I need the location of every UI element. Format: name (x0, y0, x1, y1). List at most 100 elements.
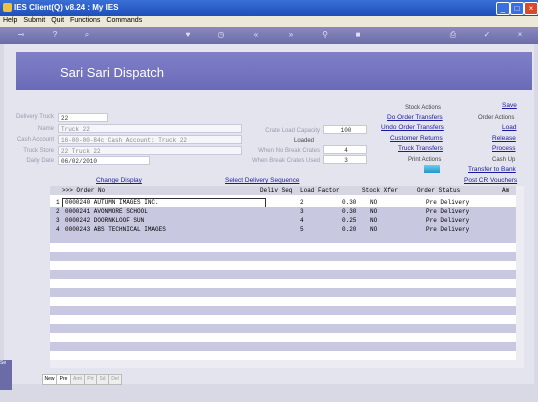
table-row[interactable]: 3 0000242 DOORNKLOOF SUN 4 0.25 NO Pre D… (50, 216, 516, 225)
col-am[interactable]: Am (502, 187, 509, 194)
break-used-label: When Break Crates Used (251, 158, 320, 164)
minimize-button[interactable]: _ (496, 2, 510, 15)
process-link[interactable]: Process (492, 145, 515, 152)
menu-bar: Help Submit Quit Functions Commands (0, 16, 538, 27)
customer-returns-link[interactable]: Customer Returns (390, 135, 443, 142)
tab-del[interactable]: Del (108, 374, 122, 385)
row-stripe (50, 324, 516, 333)
order-actions-label: Order Actions (478, 115, 515, 121)
orders-table: >>> Order No Deliv Seq Load Factor Stock… (50, 186, 524, 368)
toolbar: ⊸ ? ⌕ ♥ ◷ « » ⚲ ■ ⎙ ✓ × (0, 27, 538, 44)
rewind-icon[interactable]: « (251, 30, 261, 40)
save-link[interactable]: Save (502, 102, 517, 109)
horizontal-scrollbar[interactable] (50, 360, 516, 368)
page-title: Sari Sari Dispatch (60, 65, 165, 80)
table-row[interactable]: 4 0000243 ABS TECHNICAL IMAGES 5 0.20 NO… (50, 225, 516, 234)
menu-submit[interactable]: Submit (20, 16, 48, 25)
delivery-truck-field[interactable]: 22 (58, 113, 108, 122)
help-icon[interactable]: ? (50, 30, 60, 40)
xfer-cell: NO (370, 208, 378, 215)
order-cell: 0000240 AUTUMN IMAGES INC. (65, 199, 159, 206)
clock-icon[interactable]: ◷ (216, 30, 226, 40)
cash-account-label: Cash Account (16, 137, 54, 143)
search-icon[interactable]: ⌕ (82, 30, 92, 40)
tab-pre[interactable]: Pre (56, 374, 71, 385)
printer-icon[interactable] (424, 165, 440, 173)
close-icon[interactable]: × (515, 30, 525, 40)
title-bar: IES Client(Q) v8.24 : My IES _ □ × (0, 0, 538, 16)
tab-new[interactable]: New (42, 374, 57, 385)
crate-capacity-field[interactable]: 100 (323, 125, 367, 134)
app-icon (3, 3, 12, 12)
undo-order-transfers-link[interactable]: Undo Order Transfers (381, 124, 444, 131)
truck-transfers-link[interactable]: Truck Transfers (398, 145, 443, 152)
factor-cell: 0.30 (342, 199, 357, 206)
row-stripe (50, 234, 516, 243)
print-icon[interactable]: ⎙ (448, 30, 458, 40)
daily-date-field[interactable]: 06/02/2010 (58, 156, 150, 165)
factor-cell: 0.30 (342, 208, 357, 215)
col-order-no[interactable]: >>> Order No (62, 187, 105, 194)
status-cell: Pre Delivery (426, 199, 470, 206)
name-field[interactable]: Truck 22 (58, 124, 242, 133)
col-stock-xfer[interactable]: Stock Xfer (362, 187, 398, 194)
menu-quit[interactable]: Quit (48, 16, 67, 25)
cash-up-label: Cash Up (492, 157, 516, 163)
xfer-cell: NO (370, 199, 378, 206)
row-stripe (50, 342, 516, 351)
seq-cell: 4 (300, 217, 304, 224)
check-icon[interactable]: ✓ (482, 30, 492, 40)
load-link[interactable]: Load (502, 124, 516, 131)
release-link[interactable]: Release (492, 135, 516, 142)
order-cell: 0000241 AVONMORE SCHOOL (65, 208, 148, 215)
tab-amt[interactable]: Amt (70, 374, 85, 385)
menu-functions[interactable]: Functions (67, 16, 103, 25)
row-stripe (50, 306, 516, 315)
factor-cell: 0.20 (342, 226, 357, 233)
menu-help[interactable]: Help (0, 16, 20, 25)
xfer-cell: NO (370, 226, 378, 233)
row-stripe (50, 288, 516, 297)
app-window: IES Client(Q) v8.24 : My IES _ □ × Help S… (0, 0, 538, 402)
filter-icon[interactable]: ⚲ (320, 30, 330, 40)
order-cell: 0000242 DOORNKLOOF SUN (65, 217, 145, 224)
heart-icon[interactable]: ♥ (183, 30, 193, 40)
xfer-cell: NO (370, 217, 378, 224)
delivery-truck-label: Delivery Truck (15, 114, 54, 120)
stop-icon[interactable]: ■ (353, 30, 363, 40)
post-cr-vouchers-link[interactable]: Post CR Vouchers (464, 177, 517, 184)
do-order-transfers-link[interactable]: Do Order Transfers (387, 114, 443, 121)
crate-capacity-label: Crate Load Capacity (265, 128, 320, 134)
side-tab[interactable]: Se (0, 360, 12, 390)
status-bar (0, 392, 538, 402)
row-number: 2 (56, 208, 60, 215)
factor-cell: 0.25 (342, 217, 357, 224)
transfer-to-bank-link[interactable]: Transfer to Bank (468, 166, 516, 173)
table-row[interactable]: 2 0000241 AVONMORE SCHOOL 3 0.30 NO Pre … (50, 207, 516, 216)
page-banner: Sari Sari Dispatch (16, 52, 532, 90)
col-order-status[interactable]: Order Status (417, 187, 460, 194)
menu-commands[interactable]: Commands (103, 16, 145, 25)
stock-actions-label: Stock Actions (405, 105, 442, 111)
fast-forward-icon[interactable]: » (286, 30, 296, 40)
truck-store-label: Truck Store (23, 148, 54, 154)
vertical-scrollbar[interactable] (516, 186, 524, 368)
maximize-button[interactable]: □ (510, 2, 524, 15)
close-button[interactable]: × (524, 2, 538, 15)
no-break-label: When No Break Crates (258, 148, 320, 154)
truck-store-field[interactable]: 22 Truck 22 (58, 146, 242, 155)
change-display-link[interactable]: Change Display (96, 177, 142, 184)
seq-cell: 2 (300, 199, 304, 206)
seq-cell: 5 (300, 226, 304, 233)
no-break-field[interactable]: 4 (323, 145, 367, 154)
break-used-field[interactable]: 3 (323, 155, 367, 164)
seq-cell: 3 (300, 208, 304, 215)
cash-account-field[interactable]: 16-00-00-84c Cash Account: Truck 22 (58, 135, 242, 144)
key-icon[interactable]: ⊸ (12, 30, 30, 40)
select-delivery-sequence-link[interactable]: Select Delivery Sequence (225, 177, 299, 184)
table-row[interactable]: 1 0000240 AUTUMN IMAGES INC. 2 0.30 NO P… (50, 198, 516, 208)
col-deliv-seq[interactable]: Deliv Seq (260, 187, 292, 194)
order-cell: 0000243 ABS TECHNICAL IMAGES (65, 226, 166, 233)
main-content: Sari Sari Dispatch Delivery Truck 22 Nam… (4, 44, 534, 385)
col-load-factor[interactable]: Load Factor (300, 187, 340, 194)
